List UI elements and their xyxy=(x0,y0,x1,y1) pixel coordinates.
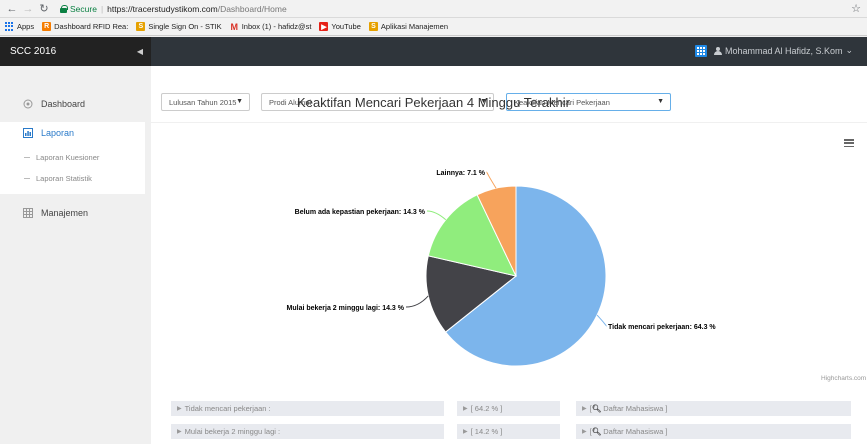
caret-right-icon: ▶ xyxy=(582,406,587,412)
caret-right-icon: ▶ xyxy=(463,429,468,435)
caret-right-icon: ▶ xyxy=(177,429,182,435)
daftar-mahasiswa-link[interactable]: ▶ [ 🔍︎ Daftar Mahasiswa ] xyxy=(576,424,851,439)
table-row-label: ▶ Mulai bekerja 2 minggu lagi : xyxy=(171,424,444,439)
row-label: Mulai bekerja 2 minggu lagi : xyxy=(184,427,281,436)
connector-mulai-bekerja xyxy=(405,295,429,308)
caret-right-icon: ▶ xyxy=(582,429,587,435)
daftar-mahasiswa-link[interactable]: ▶ [ 🔍︎ Daftar Mahasiswa ] xyxy=(576,401,851,416)
table-row-percent: ▶ [ 14.2 % ] xyxy=(457,424,560,439)
table-row-label: ▶ Tidak mencari pekerjaan : xyxy=(171,401,444,416)
table-row-percent: ▶ [ 64.2 % ] xyxy=(457,401,560,416)
row-label: Tidak mencari pekerjaan : xyxy=(184,404,271,413)
caret-right-icon: ▶ xyxy=(177,406,182,412)
connector-lainnya xyxy=(486,171,497,189)
data-label-mulai-bekerja: Mulai bekerja 2 minggu lagi: 14.3 % xyxy=(287,305,405,312)
row-percent: [ 14.2 % ] xyxy=(470,427,503,436)
caret-right-icon: ▶ xyxy=(463,406,468,412)
connector-belum-kepastian xyxy=(426,210,447,221)
connector-tidak-mencari xyxy=(596,314,607,327)
row-percent: [ 64.2 % ] xyxy=(470,404,503,413)
pie-chart: Tidak mencari pekerjaan: 64.3 % Mulai be… xyxy=(287,170,716,367)
highcharts-credit[interactable]: Highcharts.com xyxy=(821,375,866,382)
row-link: Daftar Mahasiswa ] xyxy=(603,404,668,413)
data-label-tidak-mencari: Tidak mencari pekerjaan: 64.3 % xyxy=(608,324,716,331)
search-icon: 🔍︎ xyxy=(591,404,602,413)
row-link: Daftar Mahasiswa ] xyxy=(603,427,668,436)
data-label-belum-kepastian: Belum ada kepastian pekerjaan: 14.3 % xyxy=(295,209,426,216)
search-icon: 🔍︎ xyxy=(591,427,602,436)
data-label-lainnya: Lainnya: 7.1 % xyxy=(436,170,485,177)
